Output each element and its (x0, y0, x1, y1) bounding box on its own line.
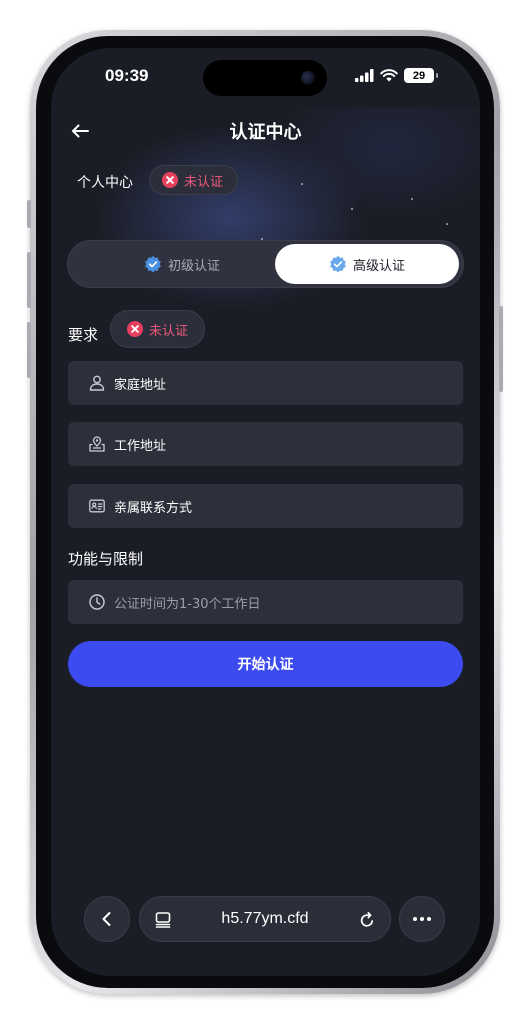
volume-up-button (27, 252, 31, 308)
verified-badge-icon (145, 255, 161, 273)
verification-level-tabs: 初级认证 高级认证 (67, 240, 464, 288)
personal-center-label: 个人中心 (77, 175, 133, 191)
wifi-icon (380, 69, 398, 82)
personal-status-badge: 未认证 (149, 165, 239, 195)
features-label: 功能与限制 (68, 550, 144, 568)
browser-back-button[interactable] (84, 896, 130, 942)
user-icon (89, 375, 105, 391)
personal-status-text: 未认证 (184, 174, 224, 190)
reload-icon[interactable] (358, 911, 376, 929)
requirements-status-badge: 未认证 (110, 310, 206, 348)
battery-indicator: 29 (404, 68, 434, 83)
requirement-label: 亲属联系方式 (114, 500, 193, 516)
requirement-label: 家庭地址 (114, 377, 167, 393)
dynamic-island (203, 60, 327, 96)
tab-basic-label: 初级认证 (167, 258, 220, 274)
tab-advanced-label: 高级认证 (352, 258, 405, 274)
star (351, 208, 353, 210)
screen: 09:39 29 认证中心 个人中心 未认证 初级认证 高级认证 要求 未认证 … (51, 48, 480, 976)
requirements-label: 要求 (68, 326, 99, 344)
requirement-home-address[interactable]: 家庭地址 (68, 361, 463, 405)
chevron-left-icon (102, 912, 111, 926)
page-title: 认证中心 (229, 122, 302, 143)
requirements-status-text: 未认证 (149, 323, 189, 339)
error-icon (127, 321, 143, 337)
location-icon (89, 436, 105, 452)
volume-down-button (27, 322, 31, 378)
requirement-work-address[interactable]: 工作地址 (68, 422, 463, 466)
verified-badge-icon (330, 255, 346, 273)
star (446, 223, 448, 225)
status-time: 09:39 (105, 66, 149, 85)
signal-icon (355, 69, 374, 82)
star (301, 183, 303, 185)
battery-tip (436, 73, 438, 78)
browser-more-button[interactable] (399, 896, 445, 942)
requirement-label: 工作地址 (114, 438, 167, 454)
tab-basic-verification[interactable]: 初级认证 (90, 244, 274, 284)
power-button (499, 306, 503, 392)
more-icon (413, 917, 431, 921)
feature-note-text: 公证时间为1-30个工作日 (114, 596, 261, 612)
url-text: h5.77ym.cfd (221, 910, 309, 927)
error-icon (162, 172, 178, 188)
address-bar[interactable]: h5.77ym.cfd (139, 896, 391, 942)
start-verification-button[interactable]: 开始认证 (68, 641, 463, 687)
feature-note: 公证时间为1-30个工作日 (68, 580, 463, 624)
tab-advanced-verification[interactable]: 高级认证 (275, 244, 459, 284)
camera-icon (301, 71, 315, 85)
browser-toolbar: h5.77ym.cfd (51, 896, 480, 946)
action-button (27, 200, 31, 228)
clock-icon (89, 594, 105, 610)
contact-card-icon (89, 499, 105, 513)
status-indicators: 29 (355, 68, 438, 83)
requirement-relative-contact[interactable]: 亲属联系方式 (68, 484, 463, 528)
star (411, 198, 413, 200)
